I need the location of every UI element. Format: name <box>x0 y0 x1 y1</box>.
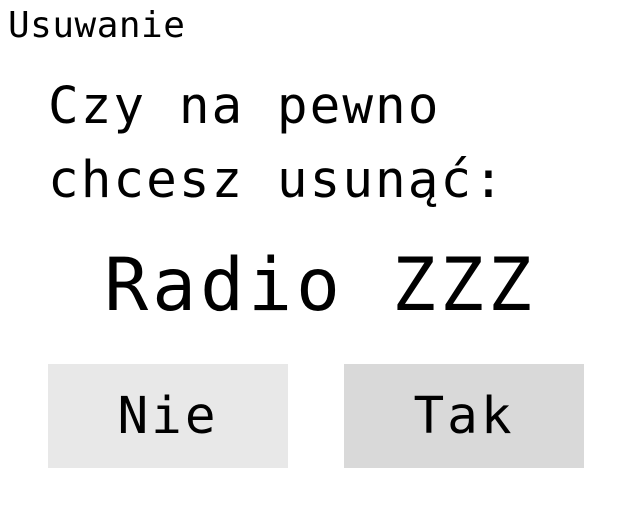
screen-title: Usuwanie <box>8 5 186 46</box>
question-line-1: Czy na pewno <box>48 77 441 136</box>
confirm-delete-button[interactable]: Tak <box>344 364 584 468</box>
item-to-delete-name: Radio ZZZ <box>104 243 536 328</box>
cancel-button[interactable]: Nie <box>48 364 288 468</box>
confirmation-question: Czy na pewno chcesz usunąć: <box>48 70 608 218</box>
question-line-2: chcesz usunąć: <box>48 151 506 210</box>
